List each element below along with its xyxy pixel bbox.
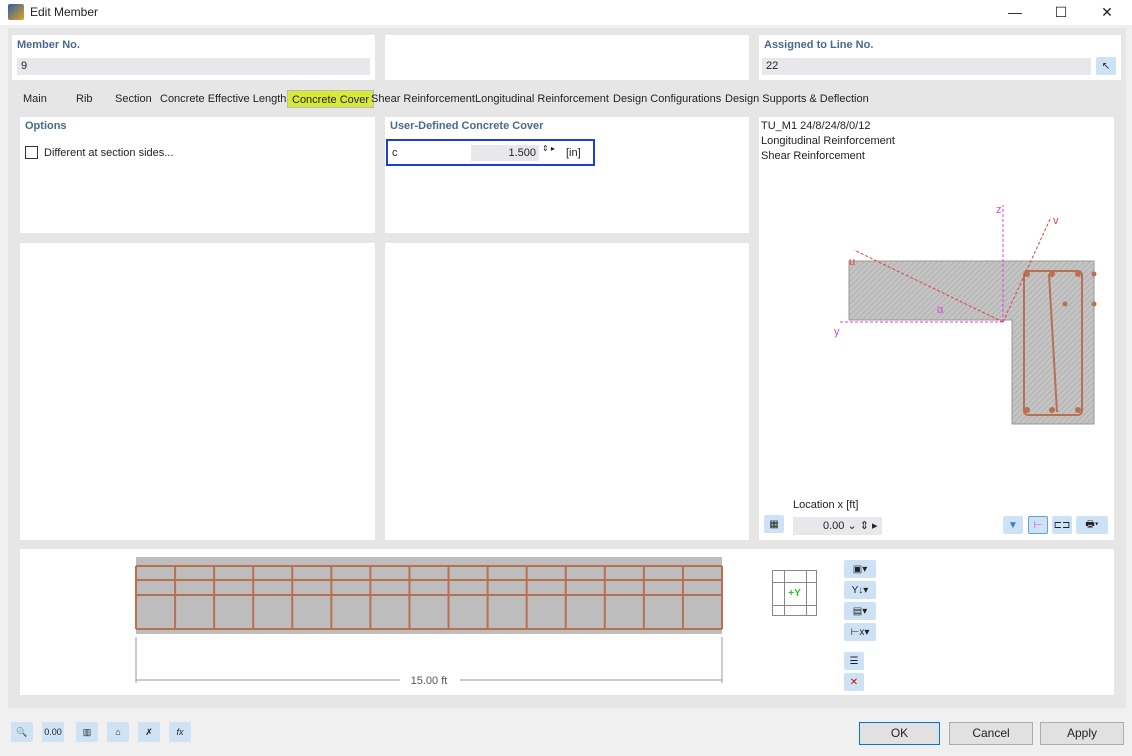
cancel-button[interactable]: Cancel xyxy=(949,722,1033,745)
apply-button[interactable]: Apply xyxy=(1040,722,1124,745)
options-title: Options xyxy=(25,120,67,132)
different-sides-checkbox[interactable] xyxy=(25,146,38,159)
delete-icon[interactable]: ✗ xyxy=(138,722,160,742)
app-icon xyxy=(8,4,24,20)
member-info-icon[interactable]: ▥ xyxy=(76,722,98,742)
member-no-field[interactable]: 9 xyxy=(17,58,370,75)
axis-z-label: z xyxy=(996,204,1002,216)
pick-line-icon[interactable]: ↖ xyxy=(1096,57,1116,75)
tab-concrete-effective-lengths[interactable]: Concrete Effective Lengths xyxy=(156,90,296,108)
reset-zoom-icon[interactable]: ✕ xyxy=(844,673,864,691)
empty-panel-left xyxy=(20,243,375,540)
axis-orientation-icon[interactable]: Y↓▾ xyxy=(844,581,876,599)
view-icon[interactable]: ⌂ xyxy=(107,722,129,742)
filter-icon[interactable]: ▼ xyxy=(1003,516,1023,534)
dimension-x-icon[interactable]: ⊢x▾ xyxy=(844,623,876,641)
render-mode-icon[interactable]: ▤▾ xyxy=(844,602,876,620)
empty-panel-middle xyxy=(385,243,749,540)
tab-shear-reinforcement[interactable]: Shear Reinforcement xyxy=(367,90,479,108)
window-title: Edit Member xyxy=(30,5,99,19)
tab-design-supports-deflection[interactable]: Design Supports & Deflection xyxy=(721,90,873,108)
cover-unit: [in] xyxy=(566,147,581,159)
tab-main[interactable]: Main xyxy=(19,90,51,108)
section-view-icon[interactable]: ▦ xyxy=(764,515,784,533)
assigned-line-field[interactable]: 22 xyxy=(762,58,1091,75)
cover-panel: User-Defined Concrete Cover c 1.500 ⇕ ▸ … xyxy=(385,117,749,233)
axes-display-icon[interactable]: ⊢ xyxy=(1028,516,1048,534)
view-direction-widget[interactable]: +Y xyxy=(772,570,817,616)
units-icon[interactable]: 0.00 xyxy=(42,722,64,742)
formula-icon[interactable]: fx xyxy=(169,722,191,742)
location-input[interactable]: 0.00 ⌄ ⇕ ▸ xyxy=(793,517,882,535)
view-cube-icon[interactable]: ▣▾ xyxy=(844,560,876,578)
assigned-label: Assigned to Line No. xyxy=(764,39,874,51)
different-sides-label: Different at section sides... xyxy=(44,147,174,159)
assigned-panel: Assigned to Line No. 22 ↖ xyxy=(759,35,1121,80)
axis-u-label: u xyxy=(849,256,855,268)
tab-design-configurations[interactable]: Design Configurations xyxy=(609,90,725,108)
print-icon[interactable]: 🖶▾ xyxy=(1076,516,1108,534)
location-label: Location x [ft] xyxy=(793,499,859,511)
beam-drawing: 15.00 ft xyxy=(135,557,723,687)
location-value: 0.00 xyxy=(823,520,845,532)
ok-button[interactable]: OK xyxy=(859,722,940,745)
dimension-icon[interactable]: ⊏⊐ xyxy=(1052,516,1072,534)
member-no-label: Member No. xyxy=(17,39,80,51)
cover-row: c 1.500 ⇕ ▸ [in] xyxy=(386,139,595,166)
tab-section[interactable]: Section xyxy=(111,90,156,108)
maximize-button[interactable]: ☐ xyxy=(1038,0,1084,25)
axis-y-label: y xyxy=(834,326,840,338)
beam-preview-panel: 15.00 ft +Y ▣▾ Y↓▾ ▤▾ ⊢x▾ ☰ ✕ xyxy=(20,549,1114,695)
close-button[interactable]: ✕ xyxy=(1084,0,1130,25)
beam-length-label: 15.00 ft xyxy=(411,675,448,687)
tab-concrete-cover[interactable]: Concrete Cover xyxy=(287,90,375,108)
blank-panel xyxy=(385,35,749,80)
tab-rib[interactable]: Rib xyxy=(72,90,97,108)
section-drawing: z v u y α xyxy=(834,204,1097,425)
cover-symbol: c xyxy=(392,147,398,159)
cover-spinner[interactable]: ⇕ ▸ xyxy=(542,144,555,153)
minimize-button[interactable]: — xyxy=(992,0,1038,25)
table-settings-icon[interactable]: ☰ xyxy=(844,652,864,670)
angle-alpha-label: α xyxy=(937,304,944,316)
member-no-panel: Member No. 9 xyxy=(12,35,375,80)
cover-value-input[interactable]: 1.500 xyxy=(471,145,539,161)
section-preview-panel: TU_M1 24/8/24/8/0/12 Longitudinal Reinfo… xyxy=(759,117,1114,540)
cover-title: User-Defined Concrete Cover xyxy=(390,120,544,132)
axis-v-label: v xyxy=(1053,215,1059,227)
options-panel: Options Different at section sides... xyxy=(20,117,375,233)
title-bar: Edit Member — ☐ ✕ xyxy=(0,0,1132,25)
search-icon[interactable]: 🔍 xyxy=(11,722,33,742)
tab-longitudinal-reinforcement[interactable]: Longitudinal Reinforcement xyxy=(471,90,613,108)
